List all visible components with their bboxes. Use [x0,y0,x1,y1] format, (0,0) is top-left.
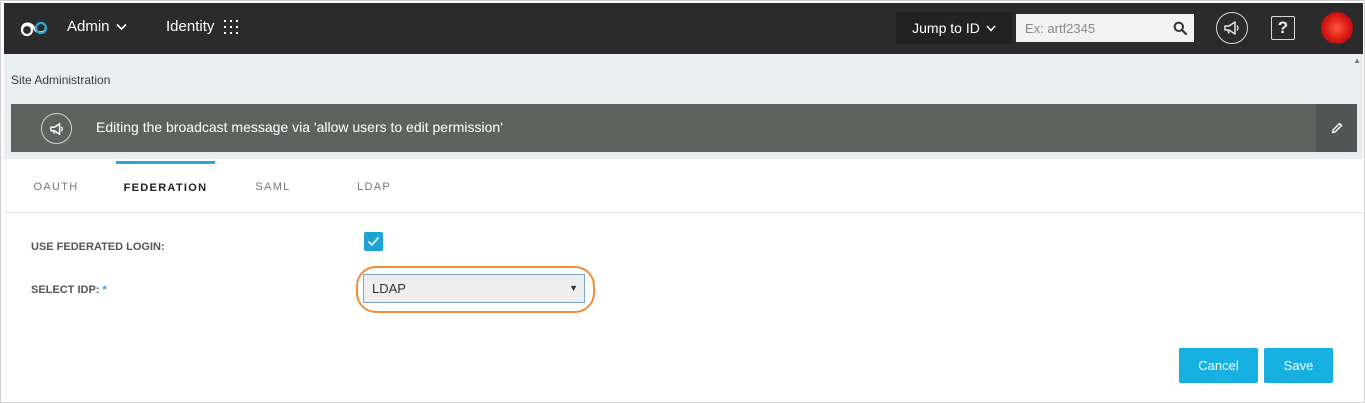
top-navbar: Admin Identity Jump to ID Ex: artf2345 ? [4,3,1363,54]
select-idp-label-text: SELECT IDP: [31,284,100,296]
tab-ldap[interactable]: LDAP [348,161,400,212]
save-button[interactable]: Save [1264,348,1333,383]
help-icon: ? [1277,18,1289,37]
breadcrumb[interactable]: Site Administration [11,73,110,87]
select-idp-label: SELECT IDP: * [31,284,107,296]
jump-to-id-label: Jump to ID [912,20,980,36]
user-avatar[interactable] [1321,12,1353,44]
identity-menu[interactable]: Identity [166,18,239,35]
broadcast-button[interactable] [1216,12,1248,44]
federated-login-checkbox[interactable] [364,232,383,251]
identity-tabs: OAUTH FEDERATION SAML LDAP [4,161,1363,213]
search-icon [1173,21,1187,35]
tab-saml[interactable]: SAML [247,161,299,212]
dropdown-arrow-icon: ▼ [569,283,578,293]
app-logo-icon[interactable] [18,16,50,40]
page-frame: Admin Identity Jump to ID Ex: artf2345 ?… [0,0,1365,403]
help-button[interactable]: ? [1271,16,1295,40]
pencil-icon [1331,122,1342,134]
idp-select[interactable]: LDAP ▼ [363,274,585,303]
broadcast-message: Editing the broadcast message via 'allow… [96,119,503,135]
chevron-down-icon [986,25,996,32]
tab-oauth[interactable]: OAUTH [28,161,84,212]
jump-id-search-input[interactable] [1016,14,1166,42]
chevron-down-icon [115,23,127,30]
identity-menu-label: Identity [166,18,215,35]
checkmark-icon [367,236,380,247]
jump-to-id-button[interactable]: Jump to ID [896,12,1012,44]
federated-login-label: USE FEDERATED LOGIN: [31,241,165,253]
edit-broadcast-button[interactable] [1316,104,1357,152]
required-marker: * [102,284,107,296]
cancel-button[interactable]: Cancel [1179,348,1258,383]
idp-select-value: LDAP [372,281,406,296]
apps-grid-icon [224,19,239,34]
tab-federation[interactable]: FEDERATION [116,161,215,212]
admin-menu-label: Admin [67,18,110,35]
search-button[interactable] [1166,14,1194,42]
megaphone-icon [1224,21,1239,35]
megaphone-icon [41,113,72,144]
admin-menu[interactable]: Admin [67,18,127,35]
scrollbar-up-arrow-icon[interactable]: ▲ [1353,56,1361,65]
broadcast-banner: Editing the broadcast message via 'allow… [11,104,1357,152]
